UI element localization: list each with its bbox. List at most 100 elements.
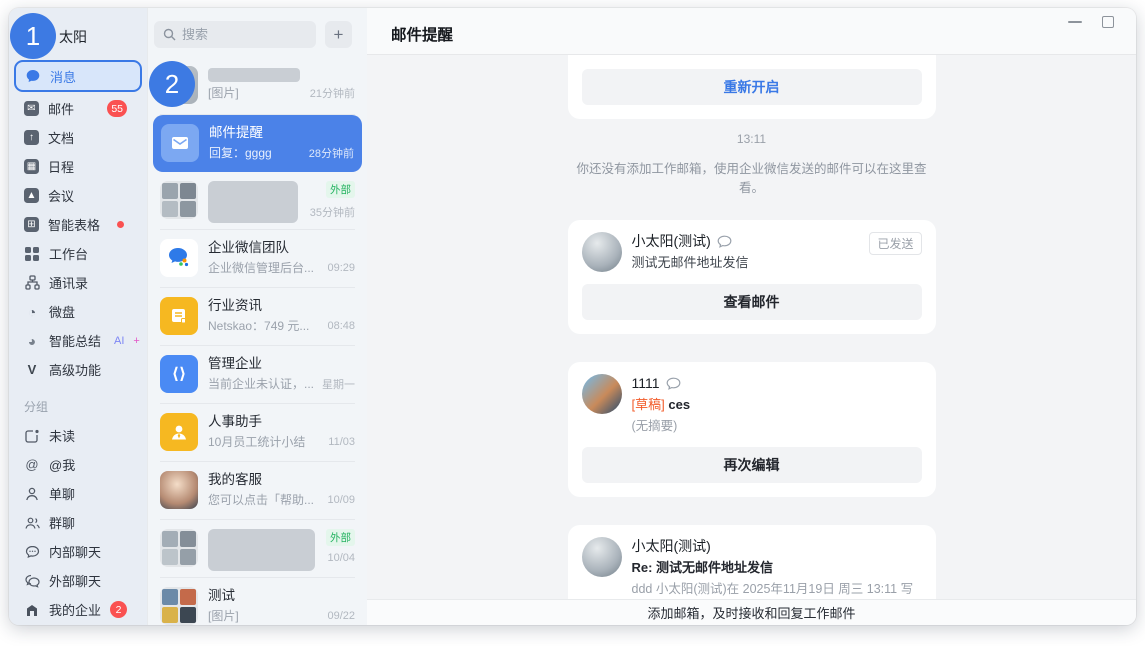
chat-row-manage-company[interactable]: ⟨⟩ 管理企业 当前企业未认证，... 星期一 [148, 346, 367, 404]
groups-section-label: 分组 [24, 398, 147, 415]
chat-row-test[interactable]: 测试 [图片] 09/22 [148, 578, 367, 625]
view-mail-button[interactable]: 查看邮件 [582, 284, 922, 320]
external-badge: 外部 [326, 529, 355, 546]
search-input[interactable] [182, 27, 307, 42]
comment-bubble-icon[interactable] [666, 377, 681, 391]
mail-unread-badge: 55 [107, 100, 127, 117]
app-window: 1 2 太阳 消息 ✉ 邮件 55 ↑ 文档 ▦ 日程 ▲ 会议 [9, 8, 1136, 625]
chat-time: 09:29 [327, 262, 355, 274]
sender-name: 小太阳(测试) [632, 537, 711, 556]
search-box[interactable] [154, 21, 316, 48]
double-bubble-icon [24, 574, 40, 588]
timestamp: 13:11 [568, 132, 936, 146]
sidebar-item-unread[interactable]: 未读 [9, 421, 147, 450]
sidebar-item-contacts[interactable]: 通讯录 [9, 268, 147, 297]
sender-avatar [582, 537, 622, 577]
sidebar-item-external-chat[interactable]: 外部聊天 [9, 566, 147, 595]
maximize-icon[interactable] [1102, 16, 1114, 28]
email-subject: 测试无邮件地址发信 [632, 254, 860, 272]
chat-dots-icon [24, 545, 40, 559]
sidebar-item-label: 微盘 [49, 302, 75, 321]
support-avatar [160, 471, 198, 509]
comment-bubble-icon[interactable] [717, 235, 732, 249]
at-icon: @ [24, 457, 40, 472]
message-scroll-area[interactable]: 重新开启 13:11 你还没有添加工作邮箱，使用企业微信发送的邮件可以在这里查看… [367, 55, 1136, 625]
chat-preview: Netskao：749 元... [208, 317, 321, 334]
sidebar-item-mail[interactable]: ✉ 邮件 55 [9, 94, 147, 123]
reopen-button[interactable]: 重新开启 [582, 69, 922, 105]
chat-time: 21分钟前 [310, 85, 355, 101]
chat-row-hr-assistant[interactable]: 人事助手 10月员工统计小结 11/03 [148, 404, 367, 462]
drive-icon: ◔ [24, 304, 40, 320]
chat-time: 11/03 [328, 436, 355, 448]
sidebar-item-meeting[interactable]: ▲ 会议 [9, 181, 147, 210]
sidebar-item-label: 消息 [50, 67, 76, 86]
add-chat-button[interactable]: + [325, 21, 352, 48]
chat-preview: 企业微信管理后台... [208, 259, 321, 276]
sidebar-item-label: 智能表格 [48, 215, 100, 234]
sidebar-item-label: 外部聊天 [49, 571, 101, 590]
sidebar-item-smart-table[interactable]: ⊞ 智能表格 [9, 210, 147, 239]
org-chart-icon [24, 275, 40, 290]
sidebar-item-label: 群聊 [49, 513, 75, 532]
sidebar-item-label: @我 [49, 455, 75, 474]
news-icon [160, 297, 198, 335]
status-badge: 已发送 [869, 232, 921, 255]
sidebar-item-my-company[interactable]: 我的企业 2 [9, 595, 147, 624]
redacted-name [208, 68, 300, 82]
search-icon [163, 28, 176, 41]
chat-preview: 您可以点击「帮助... [208, 491, 321, 508]
sidebar-item-advanced[interactable]: V 高级功能 [9, 355, 147, 384]
mail-reminder-icon [161, 124, 199, 162]
main-panel: 邮件提醒 重新开启 13:11 你还没有添加工作邮箱，使用企业微信发送的邮件可以… [367, 8, 1136, 625]
email-card-sent: 小太阳(测试) 测试无邮件地址发信 已发送 查看邮件 [568, 220, 936, 334]
chat-row-my-support[interactable]: 我的客服 您可以点击「帮助... 10/09 [148, 462, 367, 520]
sidebar-item-single-chat[interactable]: 单聊 [9, 479, 147, 508]
manage-company-icon: ⟨⟩ [160, 355, 198, 393]
sidebar-item-workbench[interactable]: 工作台 [9, 239, 147, 268]
unread-square-icon [24, 429, 40, 443]
edit-again-button[interactable]: 再次编辑 [582, 447, 922, 483]
sidebar-item-smart-summary[interactable]: ◕ 智能总结 AI+ [9, 326, 147, 355]
chat-name: 人事助手 [208, 413, 355, 431]
sidebar-item-internal-chat[interactable]: 内部聊天 [9, 537, 147, 566]
chat-row-redacted-external-2[interactable]: 外部 10/04 [148, 520, 367, 578]
chat-row-mail-reminder[interactable]: 邮件提醒 回复：gggg 28分钟前 [153, 115, 362, 172]
chat-time: 10/09 [327, 494, 355, 506]
chat-row-wecom-team[interactable]: 企业微信团队 企业微信管理后台... 09:29 [148, 230, 367, 288]
sidebar-item-messages[interactable]: 消息 [14, 60, 142, 92]
sidebar-item-docs[interactable]: ↑ 文档 [9, 123, 147, 152]
sidebar-item-calendar[interactable]: ▦ 日程 [9, 152, 147, 181]
chat-time: 星期一 [322, 376, 355, 392]
draft-tag: [草稿] [632, 397, 665, 412]
minimize-icon[interactable] [1068, 21, 1082, 23]
sidebar-item-label: 智能总结 [49, 331, 101, 350]
company-badge: 2 [110, 601, 127, 618]
sidebar-item-label: 邮件 [48, 99, 74, 118]
sidebar-item-drive[interactable]: ◔ 微盘 [9, 297, 147, 326]
building-icon [24, 603, 40, 617]
chat-time: 35分钟前 [310, 204, 355, 220]
sidebar-item-label: 通讯录 [49, 273, 88, 292]
hr-assistant-icon [160, 413, 198, 451]
sidebar-item-label: 会议 [48, 186, 74, 205]
chat-row-industry-news[interactable]: 行业资讯 Netskao：749 元... 08:48 [148, 288, 367, 346]
add-mailbox-bar[interactable]: 添加邮箱，及时接收和回复工作邮件 [367, 599, 1136, 625]
sidebar-item-group-chat[interactable]: 群聊 [9, 508, 147, 537]
person-icon [24, 487, 40, 501]
system-message: 你还没有添加工作邮箱，使用企业微信发送的邮件可以在这里查看。 [568, 158, 936, 196]
chat-row-redacted-external[interactable]: 外部 35分钟前 [148, 172, 367, 230]
chat-name: 管理企业 [208, 355, 355, 373]
redacted-name [208, 181, 298, 223]
email-card-draft: 1111 [草稿] ces (无摘要) 再次编辑 [568, 362, 936, 497]
sender-name: 1111 [632, 374, 660, 393]
calendar-icon: ▦ [24, 159, 39, 174]
ai-label: AI [114, 335, 124, 347]
sidebar-item-label: 文档 [48, 128, 74, 147]
chat-time: 08:48 [327, 320, 355, 332]
sidebar-item-mentions[interactable]: @ @我 [9, 450, 147, 479]
smart-table-icon: ⊞ [24, 217, 39, 232]
chat-preview: 回复：gggg [209, 144, 303, 161]
user-name: 太阳 [59, 27, 87, 47]
message-bubble-icon [25, 68, 41, 84]
